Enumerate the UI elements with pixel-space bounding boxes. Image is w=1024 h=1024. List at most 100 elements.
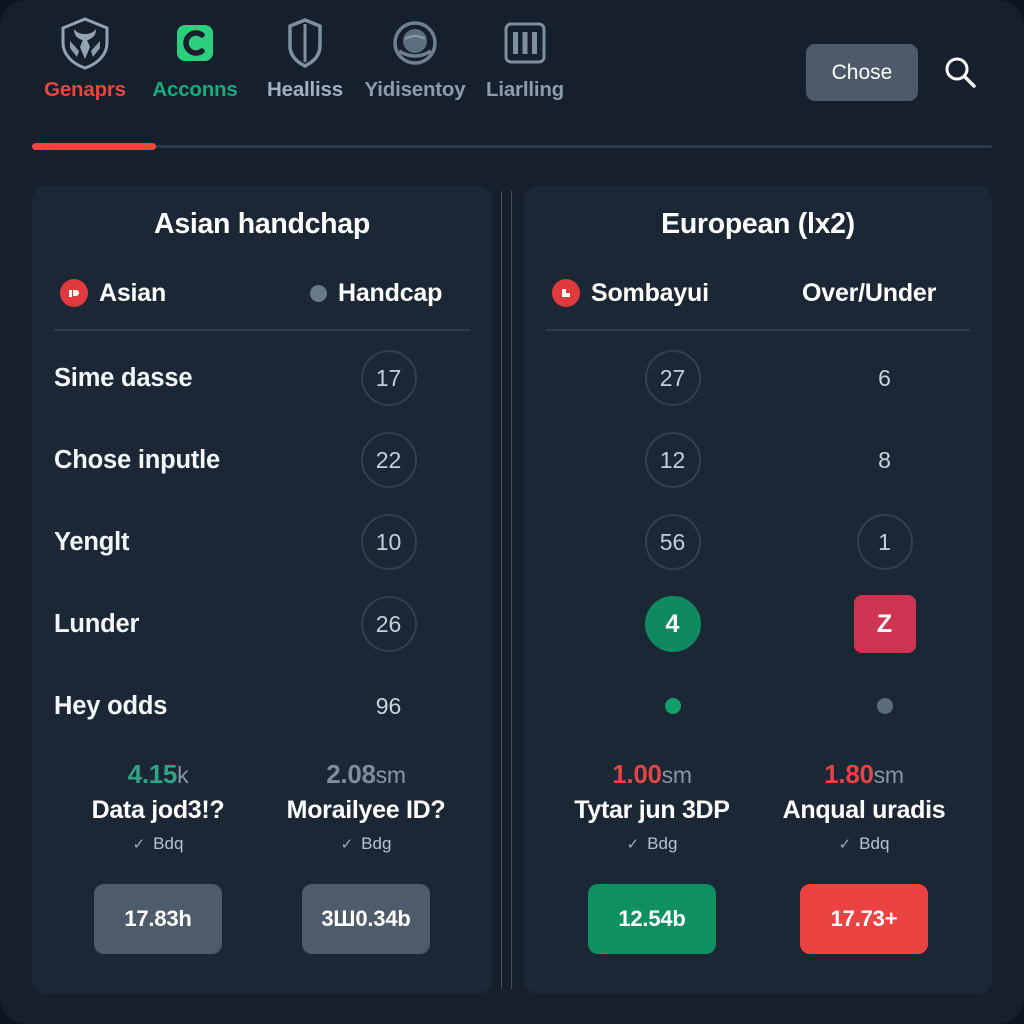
panel-column-headers: Sombayui Over/Under <box>524 271 992 315</box>
column-header-over-under[interactable]: Over/Under <box>802 279 982 308</box>
odds-button[interactable]: 17.83h <box>94 884 222 954</box>
panel-rows: 27 6 12 8 56 1 4 Z <box>524 337 992 747</box>
column-header-sombayui[interactable]: Sombayui <box>552 279 802 308</box>
nav-tab-label: Liarlling <box>486 78 564 101</box>
column-header-label: Sombayui <box>591 278 709 307</box>
globe-icon <box>386 14 444 72</box>
row-value-circle-left[interactable]: 12 <box>644 432 701 488</box>
row-value-circle-left[interactable]: 27 <box>644 350 701 406</box>
nav-tab-label: Acconns <box>152 78 238 101</box>
table-row <box>524 665 992 747</box>
stat-value: 4.15k <box>127 759 189 789</box>
panel-title: European (lx2) <box>661 208 855 240</box>
nav-tab-yidisentoy[interactable]: Yidisentoy <box>360 14 470 102</box>
row-value-circle[interactable]: 26 <box>360 596 417 652</box>
stat-unit: sm <box>661 762 692 788</box>
header-divider <box>54 329 470 331</box>
table-row[interactable]: 56 1 <box>524 501 992 583</box>
column-header-asian[interactable]: Asian <box>60 279 310 308</box>
row-value-circle-left[interactable]: 56 <box>644 514 701 570</box>
column-header-label: Asian <box>99 278 167 307</box>
check-icon: ✓ <box>626 836 640 853</box>
stat-block: 1.00sm Tytar jun 3DP ✓ Bdg <box>546 759 758 854</box>
table-row[interactable]: Sime dasse 17 <box>32 337 492 419</box>
panel-rows: Sime dasse 17 Chose inputle 22 Yenglt 10… <box>32 337 492 747</box>
panel-divider-b <box>511 191 512 989</box>
stat-value: 1.00sm <box>612 759 692 789</box>
nav-tab-genaprs[interactable]: Genaprs <box>30 14 140 102</box>
panel-asian-handicap: Asian handchap Asian Handcap Sime dasse … <box>32 186 492 994</box>
stat-title: Data jod3!? <box>91 796 225 824</box>
row-value-selected-left[interactable]: 4 <box>644 596 701 652</box>
nav-tab-acconns[interactable]: Acconns <box>140 14 250 102</box>
column-header-handcap[interactable]: Handcap <box>310 279 482 308</box>
grey-dot-icon <box>310 284 327 302</box>
nav-tab-label: Yidisentoy <box>364 78 466 101</box>
stat-unit: sm <box>873 762 904 788</box>
status-dot-grey-icon <box>876 698 893 714</box>
panel-buttons: 12.54b 17.73+ <box>524 884 992 954</box>
stat-check: ✓ Bdg <box>626 834 678 853</box>
stat-title: Anqual uradis <box>782 796 946 824</box>
panel-european-1x2: European (lx2) Sombayui Over/Under 27 6 … <box>524 186 992 994</box>
table-row[interactable]: Hey odds 96 <box>32 665 492 747</box>
shield-crest-icon <box>56 14 114 72</box>
nav-tab-healliss[interactable]: Healliss <box>250 14 360 102</box>
row-value-circle[interactable]: 22 <box>360 432 417 488</box>
stat-block: 1.80sm Anqual uradis ✓ Bdq <box>758 759 970 854</box>
stat-check: ✓ Bdq <box>132 834 184 853</box>
nav-tab-list: Genaprs Acconns Healliss Yidisentoy Liar… <box>30 14 580 102</box>
stat-value: 2.08sm <box>326 759 406 789</box>
odds-button[interactable]: 12.54b <box>588 884 716 954</box>
row-value-right: 6 <box>878 364 891 391</box>
nav-tab-liarlling[interactable]: Liarlling <box>470 14 580 102</box>
row-value-right: 8 <box>878 446 891 473</box>
search-icon[interactable] <box>938 50 982 94</box>
odds-button[interactable]: 17.73+ <box>800 884 928 954</box>
panel-stats: 4.15k Data jod3!? ✓ Bdq 2.08sm Morailyee … <box>32 759 492 854</box>
table-row[interactable]: 4 Z <box>524 583 992 665</box>
tab-active-indicator <box>32 143 156 150</box>
row-label: Sime dasse <box>54 363 193 392</box>
panel-title: Asian handchap <box>154 208 370 240</box>
row-value-circle[interactable]: 17 <box>360 350 417 406</box>
row-label: Lunder <box>54 609 140 638</box>
table-row[interactable]: 27 6 <box>524 337 992 419</box>
top-navigation-bar: Genaprs Acconns Healliss Yidisentoy Liar… <box>0 0 1024 150</box>
stat-block: 2.08sm Morailyee ID? ✓ Bdg <box>262 759 470 854</box>
markets-container: Asian handchap Asian Handcap Sime dasse … <box>32 186 992 994</box>
check-icon: ✓ <box>340 836 354 853</box>
panel-buttons: 17.83h 3Ш0.34b <box>32 884 492 954</box>
stat-block: 4.15k Data jod3!? ✓ Bdq <box>54 759 262 854</box>
nav-tab-label: Genaprs <box>44 78 126 101</box>
check-icon: ✓ <box>838 836 852 853</box>
tab-underline-track <box>32 143 992 150</box>
check-icon: ✓ <box>132 836 146 853</box>
odds-button[interactable]: 3Ш0.34b <box>302 884 430 954</box>
stat-value: 1.80sm <box>824 759 904 789</box>
stat-check: ✓ Bdq <box>838 834 890 853</box>
table-row[interactable]: 12 8 <box>524 419 992 501</box>
column-header-label: Over/Under <box>802 278 937 307</box>
table-row[interactable]: Lunder 26 <box>32 583 492 665</box>
row-value-circle-right[interactable]: 1 <box>856 514 913 570</box>
stat-unit: sm <box>375 762 406 788</box>
app-window: Genaprs Acconns Healliss Yidisentoy Liar… <box>0 0 1024 1024</box>
row-value-circle[interactable]: 10 <box>360 514 417 570</box>
bar-chart-icon <box>496 14 554 72</box>
row-label: Hey odds <box>54 691 168 720</box>
panel-stats: 1.00sm Tytar jun 3DP ✓ Bdg 1.80sm Anqual … <box>524 759 992 854</box>
table-row[interactable]: Yenglt 10 <box>32 501 492 583</box>
stat-title: Tytar jun 3DP <box>574 796 730 824</box>
stat-check: ✓ Bdg <box>340 834 392 853</box>
row-label: Chose inputle <box>54 445 220 474</box>
row-value: 96 <box>375 692 402 719</box>
column-header-label: Handcap <box>338 278 443 307</box>
row-value-selected-right[interactable]: Z <box>853 595 916 653</box>
red-badge-icon <box>552 279 580 307</box>
table-row[interactable]: Chose inputle 22 <box>32 419 492 501</box>
chose-button[interactable]: Chose <box>806 44 918 101</box>
stat-unit: k <box>177 762 189 788</box>
status-dot-green-icon <box>664 698 681 714</box>
shield-outline-icon <box>276 14 334 72</box>
